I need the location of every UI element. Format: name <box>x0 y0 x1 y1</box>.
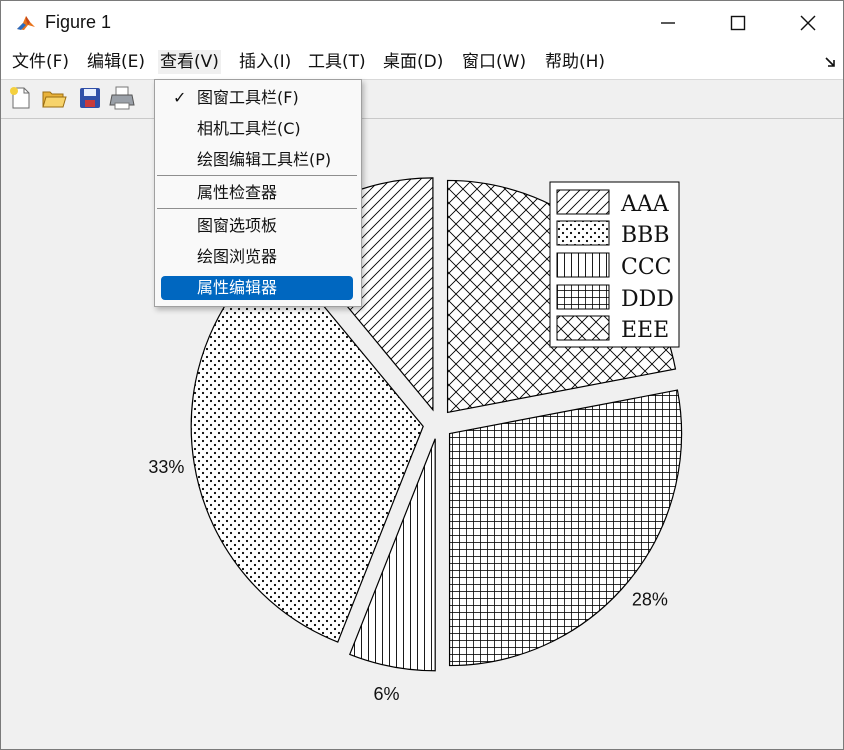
menu-separator <box>157 208 357 209</box>
close-icon <box>800 15 816 31</box>
legend-swatch-eee <box>556 315 610 341</box>
window-title: Figure 1 <box>45 12 112 32</box>
menu-item-plot-browser[interactable]: 绘图浏览器 <box>161 245 353 269</box>
pie-chart[interactable]: 22%28%6%33%11% AAA BBB CCC DD <box>1 119 843 749</box>
legend-label-ccc: CCC <box>621 255 672 280</box>
menu-item-figure-palette[interactable]: 图窗选项板 <box>161 214 353 238</box>
menu-item-label: 绘图浏览器 <box>197 247 278 266</box>
save-icon[interactable] <box>77 85 103 111</box>
open-folder-icon[interactable] <box>41 85 67 111</box>
menu-item-label: 属性检查器 <box>197 183 278 202</box>
axes-area[interactable]: 22%28%6%33%11% AAA BBB CCC DD <box>1 119 843 749</box>
menu-window[interactable]: 窗口(W) <box>460 50 528 74</box>
legend-label-aaa: AAA <box>620 192 670 217</box>
legend-label-bbb: BBB <box>621 223 670 248</box>
checkmark-icon: ✓ <box>173 88 187 107</box>
menu-insert[interactable]: 插入(I) <box>237 50 293 74</box>
figure-window: Figure 1 文件(F) 编辑(E) 查看(V) 插入(I) 工具(T) 桌… <box>0 0 844 750</box>
menu-item-label: 绘图编辑工具栏(P) <box>197 150 332 169</box>
minimize-icon <box>661 22 675 24</box>
menu-item-label: 属性编辑器 <box>197 278 278 297</box>
legend[interactable]: AAA BBB CCC DDD EEE <box>549 181 680 348</box>
menu-item-figure-toolbar[interactable]: ✓ 图窗工具栏(F) <box>161 86 353 110</box>
menu-item-camera-toolbar[interactable]: 相机工具栏(C) <box>161 117 353 141</box>
maximize-button[interactable] <box>703 1 773 45</box>
legend-swatch-aaa <box>556 189 610 215</box>
menu-help[interactable]: 帮助(H) <box>543 50 607 74</box>
menu-desktop[interactable]: 桌面(D) <box>381 50 445 74</box>
menu-item-label: 图窗选项板 <box>197 216 278 235</box>
legend-swatch-bbb <box>556 220 610 246</box>
legend-swatch-ddd <box>556 284 610 310</box>
pie-slice-ddd[interactable] <box>448 389 683 667</box>
pie-label-ccc: 6% <box>373 684 399 704</box>
dock-arrow-icon[interactable] <box>825 57 837 69</box>
figure-toolbar <box>1 80 843 119</box>
minimize-button[interactable] <box>633 1 703 45</box>
pie-label-bbb: 33% <box>148 457 184 477</box>
close-button[interactable] <box>773 1 843 45</box>
view-menu-dropdown: ✓ 图窗工具栏(F) 相机工具栏(C) 绘图编辑工具栏(P) 属性检查器 图窗选… <box>154 79 362 307</box>
menu-view[interactable]: 查看(V) <box>158 50 221 74</box>
title-bar[interactable]: Figure 1 <box>1 1 843 45</box>
menu-separator <box>157 175 357 176</box>
menu-item-property-inspector[interactable]: 属性检查器 <box>161 181 353 205</box>
menu-file[interactable]: 文件(F) <box>10 50 71 74</box>
menu-edit[interactable]: 编辑(E) <box>85 50 147 74</box>
legend-label-eee: EEE <box>621 318 669 343</box>
print-icon[interactable] <box>109 85 135 111</box>
menu-bar: 文件(F) 编辑(E) 查看(V) 插入(I) 工具(T) 桌面(D) 窗口(W… <box>1 45 843 80</box>
menu-item-label: 相机工具栏(C) <box>197 119 301 138</box>
menu-item-property-editor[interactable]: 属性编辑器 <box>161 276 353 300</box>
legend-label-ddd: DDD <box>621 287 674 312</box>
pie-label-ddd: 28% <box>632 589 668 609</box>
matlab-icon <box>15 13 37 33</box>
menu-item-plot-edit-toolbar[interactable]: 绘图编辑工具栏(P) <box>161 148 353 172</box>
menu-tools[interactable]: 工具(T) <box>306 50 368 74</box>
menu-item-label: 图窗工具栏(F) <box>197 88 299 107</box>
new-file-icon[interactable] <box>7 85 33 111</box>
legend-swatch-ccc <box>556 252 610 278</box>
maximize-icon <box>730 15 746 31</box>
